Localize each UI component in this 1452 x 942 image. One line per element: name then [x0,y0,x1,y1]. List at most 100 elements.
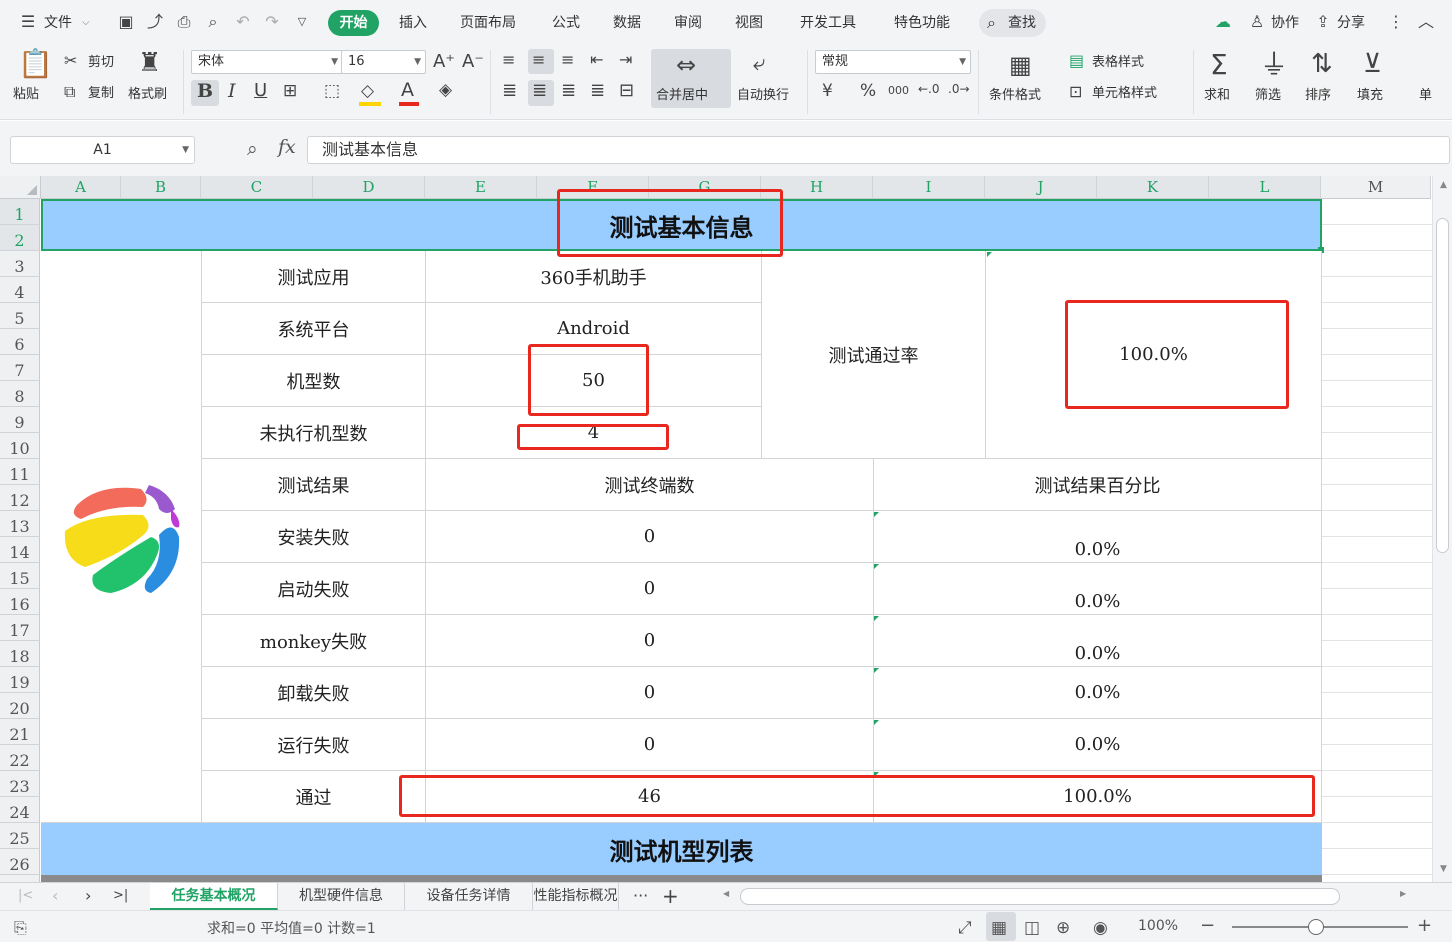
column-header[interactable]: J [985,176,1097,199]
tab-insert[interactable]: 插入 [399,11,427,35]
result-percent[interactable]: 0.0% [874,667,1322,719]
result-percent[interactable]: 100.0% [874,771,1322,823]
table-style-button[interactable]: 表格样式 [1092,54,1144,72]
cond-format-icon[interactable]: ▦ [1009,53,1032,77]
row-header[interactable]: 4 [0,277,40,303]
scroll-right-icon[interactable]: ▶ [1400,889,1406,898]
align-top-icon[interactable]: ≡ [502,52,515,68]
result-count[interactable]: 0 [426,615,874,667]
column-header[interactable]: D [313,176,425,199]
row-header[interactable]: 11 [0,459,40,485]
result-count[interactable]: 0 [426,667,874,719]
number-format-select[interactable]: 常规 ▼ [815,50,971,74]
row-header[interactable]: 16 [0,589,40,615]
eye-protection-icon[interactable]: ◉ [1093,918,1108,938]
result-label[interactable]: 通过 [202,771,426,823]
share-icon[interactable]: ⇪ [1313,12,1333,32]
collab-icon[interactable]: ♙ [1247,12,1267,32]
horizontal-scroll-thumb[interactable] [740,888,1340,905]
value-pass-rate[interactable]: 100.0% [986,251,1322,459]
font-size-select[interactable]: 16 ▼ [341,50,426,74]
column-header[interactable]: L [1209,176,1321,199]
first-sheet-icon[interactable]: |< [18,888,33,903]
column-header[interactable]: E [425,176,537,199]
font-grow-icon[interactable]: A⁺ [433,53,455,71]
result-percent[interactable]: 0.0% [874,511,1322,563]
select-all-corner[interactable] [0,176,41,199]
zoom-level[interactable]: 100% [1138,918,1178,934]
menu-file[interactable]: 文件 [44,11,72,35]
row-header[interactable]: 8 [0,381,40,407]
align-left-icon[interactable]: ≣ [502,82,517,100]
value-models[interactable]: 50 [426,355,762,407]
zoom-out-icon[interactable]: − [1200,915,1215,936]
underline-button[interactable]: U [254,82,267,100]
clear-format-icon[interactable]: ◈ [439,82,452,99]
row-header[interactable]: 20 [0,693,40,719]
collab-button[interactable]: 协作 [1271,11,1299,35]
export-icon[interactable]: ⤴ [145,12,165,32]
column-header[interactable]: A [41,176,121,199]
paste-button[interactable]: 粘贴 [13,86,39,104]
row-header[interactable]: 17 [0,615,40,641]
sheet-tab[interactable]: 任务基本概况 [150,883,278,910]
value-platform[interactable]: Android [426,303,762,355]
align-middle-icon[interactable]: ≡ [532,52,545,68]
row-header[interactable]: 9 [0,407,40,433]
row-header[interactable]: 1 [0,199,40,225]
result-count[interactable]: 0 [426,563,874,615]
more-icon[interactable]: ⋮ [1386,12,1406,32]
column-header[interactable]: I [873,176,985,199]
row-header[interactable]: 21 [0,719,40,745]
tab-page-layout[interactable]: 页面布局 [460,11,516,35]
fx-icon[interactable]: fx [278,136,296,158]
distributed-icon[interactable]: ⊟ [619,82,634,100]
page-layout-view-icon[interactable]: ◫ [1024,918,1040,938]
zoom-formula-icon[interactable]: ⌕ [247,138,258,160]
decrease-decimal-icon[interactable]: .0→ [948,83,970,95]
customize-icon[interactable]: ▽ [292,12,312,32]
copy-button[interactable]: 复制 [88,85,114,103]
print-icon[interactable]: ⎙ [174,12,194,32]
row-header[interactable]: 3 [0,251,40,277]
list-title-banner[interactable]: 测试机型列表 [41,823,1322,875]
label-platform[interactable]: 系统平台 [202,303,426,355]
sheet-tab[interactable]: 性能指标概况 [533,883,619,910]
result-percent[interactable]: 0.0% [874,563,1322,615]
value-unexecuted[interactable]: 4 [426,407,762,459]
row-header[interactable]: 7 [0,355,40,381]
scroll-up-icon[interactable]: ▲ [1440,180,1447,190]
title-banner[interactable]: 测试基本信息 [41,199,1322,251]
row-header[interactable]: 10 [0,433,40,459]
label-unexecuted[interactable]: 未执行机型数 [202,407,426,459]
cloud-sync-icon[interactable]: ☁ [1213,12,1233,32]
row-header[interactable] [0,875,40,882]
row-header[interactable]: 23 [0,771,40,797]
paste-icon[interactable]: 📋 [18,50,53,78]
vertical-scrollbar[interactable]: ▲ ▼ [1432,176,1452,882]
search-button[interactable]: ⌕ 查找 [979,9,1046,37]
align-bottom-icon[interactable]: ≡ [561,52,574,68]
vertical-scroll-thumb[interactable] [1436,218,1449,553]
column-header[interactable]: M [1321,176,1431,199]
result-percent[interactable]: 0.0% [874,615,1322,667]
sum-icon[interactable]: Σ [1210,51,1228,79]
wrap-icon[interactable]: ⤶ [753,53,765,75]
prev-sheet-icon[interactable]: ‹ [52,886,58,905]
next-sheet-icon[interactable]: › [85,886,91,905]
font-name-select[interactable]: 宋体 ▼ [191,50,343,74]
row-header[interactable]: 18 [0,641,40,667]
filter-icon[interactable]: ⏚ [1260,51,1288,79]
cell-style-icon[interactable]: ⊡ [1069,84,1082,100]
column-header[interactable]: B [121,176,201,199]
align-right-icon[interactable]: ≣ [561,82,576,100]
sort-icon[interactable]: ⇅ [1311,51,1333,77]
filter-button[interactable]: 筛选 [1255,87,1281,105]
value-app[interactable]: 360手机助手 [426,251,762,303]
format-painter-button[interactable]: 格式刷 [128,86,167,104]
percent-button[interactable]: % [860,83,876,100]
sum-button[interactable]: 求和 [1204,87,1230,105]
more-sheets-icon[interactable]: ··· [633,886,648,905]
sheet-tab[interactable]: 设备任务详情 [405,883,533,910]
row-header[interactable]: 2 [0,225,40,251]
